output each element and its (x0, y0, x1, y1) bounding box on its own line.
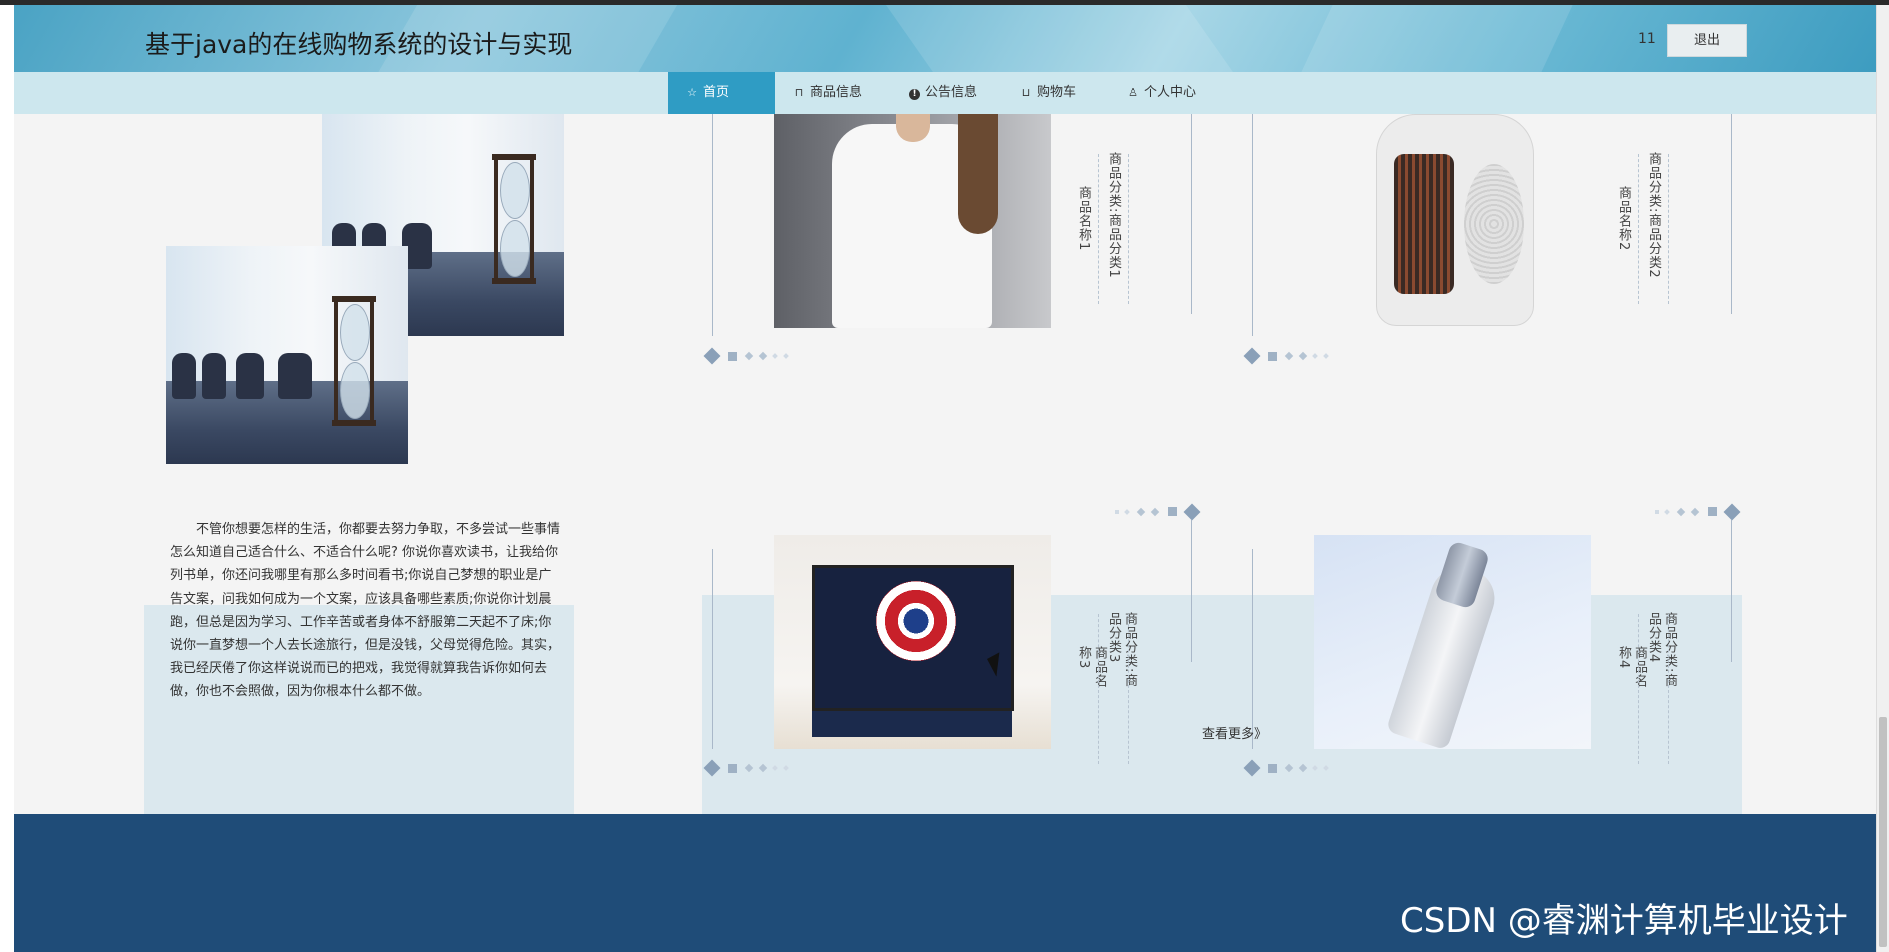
view-more-link[interactable]: 查看更多》 (1202, 723, 1267, 742)
logout-button[interactable]: 退出 (1667, 24, 1747, 57)
header: 基于java的在线购物系统的设计与实现 11 退出 (14, 5, 1876, 72)
product-card[interactable]: 商品名称3 商品分类:商品分类3 (702, 394, 1222, 777)
product-card[interactable]: 商品名称2 商品分类:商品分类2 (1242, 114, 1762, 414)
product-name: 商品名称3 (1076, 646, 1107, 688)
product-category: 商品分类:商品分类3 (1106, 612, 1137, 688)
chair-shape (172, 352, 196, 399)
info-icon: ! (909, 89, 920, 100)
product-name: 商品名称1 (1076, 186, 1091, 252)
chair-shape (202, 352, 226, 399)
nav-item-notices[interactable]: ! 公告信息 (909, 72, 977, 114)
intro-text: 不管你想要怎样的生活，你都要去努力争取，不多尝试一些事情怎么知道自己适合什么、不… (170, 522, 561, 700)
site-title: 基于java的在线购物系统的设计与实现 (145, 30, 573, 59)
nav-item-home[interactable]: ☆ 首页 (668, 72, 775, 114)
header-facet (871, 5, 1257, 72)
chair-shape (236, 352, 264, 399)
nav-item-label: 个人中心 (1144, 85, 1197, 100)
scrollbar-thumb[interactable] (1879, 717, 1887, 947)
hourglass-icon (492, 154, 536, 284)
main-nav: ☆ 首页 ⊓ 商品信息 ! 公告信息 ⊔ 购物车 ♙ 个人中心 (14, 72, 1876, 114)
product-name: 商品名称4 (1616, 646, 1647, 688)
page: 基于java的在线购物系统的设计与实现 11 退出 ☆ 首页 ⊓ 商品信息 ! 公告信… (14, 5, 1876, 952)
star-icon: ☆ (687, 86, 697, 99)
product-image[interactable] (1314, 114, 1591, 328)
nav-item-cart[interactable]: ⊔ 购物车 (1020, 72, 1076, 114)
product-name: 商品名称2 (1616, 186, 1631, 252)
user-icon: ♙ (1128, 86, 1138, 99)
chair-shape (278, 352, 312, 399)
product-image[interactable] (774, 114, 1051, 328)
product-category: 商品分类:商品分类4 (1646, 612, 1677, 688)
nav-item-profile[interactable]: ♙ 个人中心 (1127, 72, 1196, 114)
hourglass-icon (332, 296, 376, 426)
product-card[interactable]: 商品名称4 商品分类:商品分类4 (1242, 394, 1762, 777)
nav-item-products[interactable]: ⊓ 商品信息 (793, 72, 862, 114)
nav-item-label: 首页 (703, 85, 730, 100)
bag-icon: ⊓ (794, 86, 804, 99)
product-image[interactable] (1314, 535, 1591, 749)
product-category: 商品分类:商品分类1 (1106, 152, 1121, 279)
intro-column: 不管你想要怎样的生活，你都要去努力争取，不多尝试一些事情怎么知道自己适合什么、不… (144, 114, 574, 814)
nav-item-label: 商品信息 (810, 85, 863, 100)
username-label: 11 (1638, 31, 1656, 47)
product-card[interactable]: 商品名称1 商品分类:商品分类1 (702, 114, 1222, 414)
product-category: 商品分类:商品分类2 (1646, 152, 1661, 279)
cart-icon: ⊔ (1021, 86, 1031, 99)
watermark-text: CSDN @睿渊计算机毕业设计 (1400, 901, 1848, 941)
nav-item-label: 购物车 (1037, 85, 1077, 100)
header-facet (1276, 5, 1592, 72)
nav-item-label: 公告信息 (925, 85, 978, 100)
page-scrollbar[interactable] (1876, 5, 1889, 952)
product-grid: 商品名称1 商品分类:商品分类1 商品名称2 商品分类:商品分类2 商品名称3 … (702, 114, 1742, 814)
intro-image-front (166, 246, 408, 464)
product-image[interactable] (774, 535, 1051, 749)
left-gutter (0, 5, 14, 952)
